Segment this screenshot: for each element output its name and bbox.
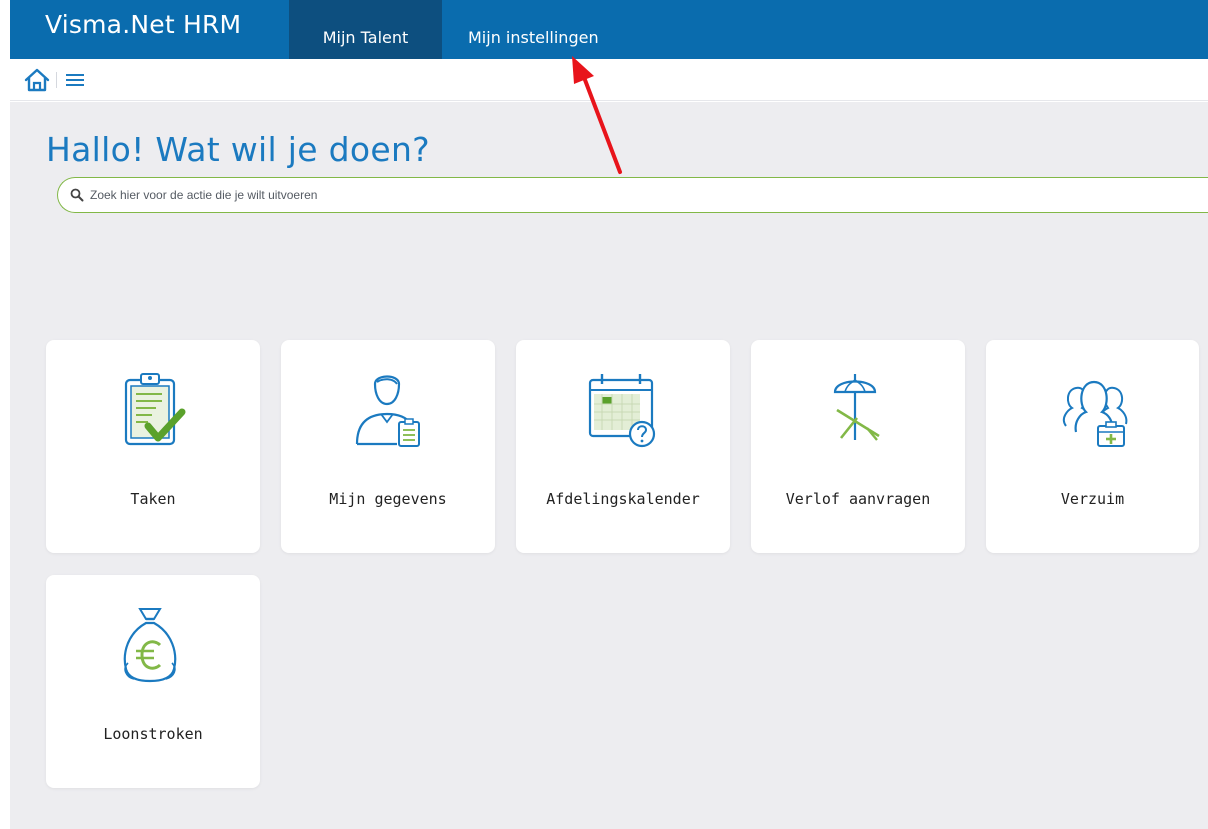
tile-taken[interactable]: Taken <box>46 340 260 553</box>
tile-label-afdelingskalender: Afdelingskalender <box>546 490 700 508</box>
tile-verlof-aanvragen[interactable]: Verlof aanvragen <box>751 340 965 553</box>
beach-chair-umbrella-icon <box>833 374 880 441</box>
people-first-aid-icon <box>1062 380 1128 447</box>
tile-mijn-gegevens[interactable]: Mijn gegevens <box>281 340 495 553</box>
page-title: Hallo! Wat wil je doen? <box>46 130 430 169</box>
app-title[interactable]: Visma.Net HRM <box>45 0 241 59</box>
tile-label-loonstroken: Loonstroken <box>103 725 203 743</box>
tile-label-taken: Taken <box>130 490 176 508</box>
toolbar-divider <box>56 72 57 88</box>
search-input[interactable] <box>90 183 1200 207</box>
top-navigation-bar: Visma.Net HRM Mijn Talent Mijn instellin… <box>10 0 1208 59</box>
tile-loonstroken[interactable]: Loonstroken <box>46 575 260 788</box>
main-content: Hallo! Wat wil je doen? Taken <box>10 102 1208 829</box>
tile-label-verzuim: Verzuim <box>1060 490 1125 508</box>
clipboard-check-icon <box>124 373 186 446</box>
home-icon[interactable] <box>24 68 50 92</box>
tile-afdelingskalender[interactable]: Afdelingskalender <box>516 340 730 553</box>
calendar-question-icon <box>588 374 656 448</box>
hamburger-menu-icon[interactable] <box>66 72 86 88</box>
person-document-icon <box>355 375 420 447</box>
tab-mijn-instellingen[interactable]: Mijn instellingen <box>443 0 648 59</box>
page: Visma.Net HRM Mijn Talent Mijn instellin… <box>0 0 1208 829</box>
tile-label-mijn-gegevens: Mijn gegevens <box>329 490 447 508</box>
tile-verzuim[interactable]: Verzuim <box>986 340 1199 553</box>
search-box[interactable] <box>57 177 1208 213</box>
home-icon-graphic <box>24 68 50 92</box>
euro-money-bag-icon <box>123 608 177 683</box>
hamburger-menu-graphic <box>66 74 84 86</box>
tab-mijn-talent[interactable]: Mijn Talent <box>289 0 442 59</box>
tile-label-verlof-aanvragen: Verlof aanvragen <box>785 490 931 508</box>
search-icon <box>70 188 84 202</box>
toolbar <box>10 59 1208 101</box>
